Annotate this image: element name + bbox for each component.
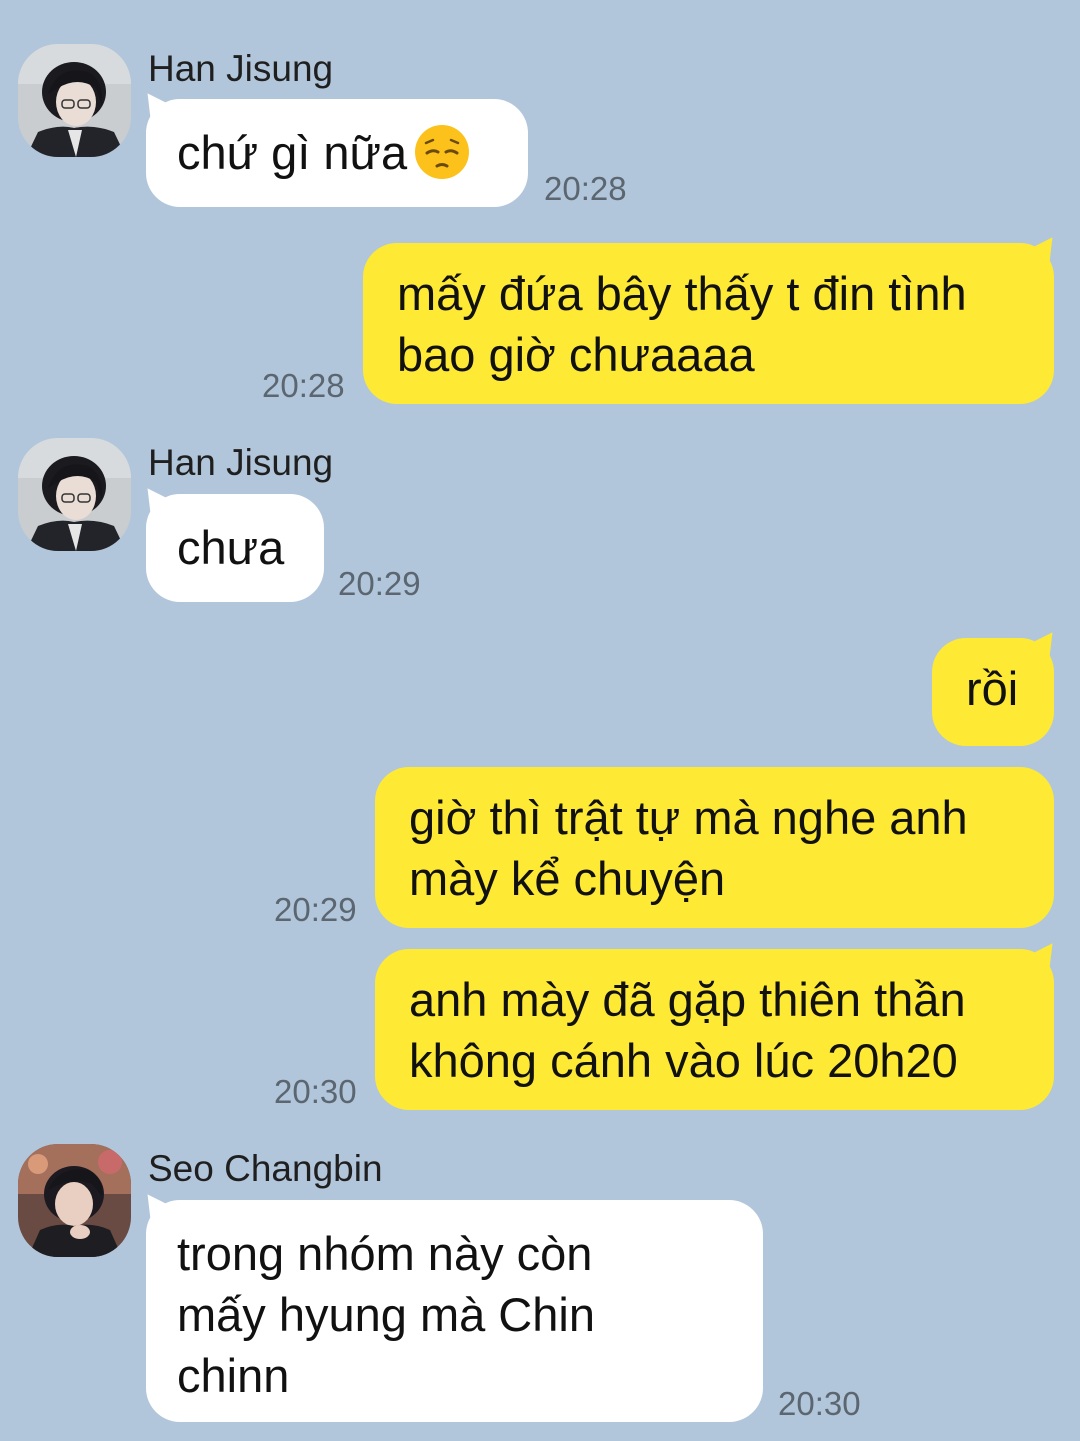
message-timestamp: 20:28: [544, 170, 627, 207]
avatar-seo-changbin-icon: [18, 1144, 131, 1257]
message-line: chinn: [177, 1349, 290, 1402]
message-bubble-incoming[interactable]: chứ gì nữa: [136, 85, 528, 207]
message-line: mấy hyung mà Chin: [177, 1288, 595, 1341]
message-line: trong nhóm này còn: [177, 1227, 593, 1280]
avatar-seo-changbin[interactable]: [18, 1144, 131, 1257]
message-bubble-outgoing[interactable]: mấy đứa bây thấy t đin tình bao giờ chưa…: [363, 229, 1064, 404]
message-line: anh mày đã gặp thiên thần: [409, 973, 966, 1026]
avatar-han-jisung[interactable]: [18, 44, 131, 157]
sender-name: Han Jisung: [148, 48, 334, 89]
message-bubble-outgoing[interactable]: giờ thì trật tự mà nghe anh mày kể chuyệ…: [375, 767, 1054, 928]
avatar-han-jisung[interactable]: [18, 438, 131, 551]
avatar-han-jisung-icon: [18, 438, 131, 551]
message-line: giờ thì trật tự mà nghe anh: [409, 791, 968, 844]
message-bubble-outgoing[interactable]: rồi: [932, 624, 1064, 746]
sender-name: Han Jisung: [148, 442, 334, 483]
message-text: chứ gì nữa: [177, 126, 408, 179]
bubble-tail: [1026, 624, 1064, 662]
message-timestamp: 20:28: [262, 367, 345, 404]
message-line: mày kể chuyện: [409, 852, 726, 905]
bubble-tail: [136, 1186, 174, 1224]
pensive-face-emoji-icon: [415, 125, 470, 179]
message-timestamp: 20:29: [338, 565, 421, 602]
message-line: mấy đứa bây thấy t đin tình: [397, 267, 967, 320]
message-timestamp: 20:30: [274, 1073, 357, 1110]
message-bubble-incoming[interactable]: chưa: [136, 480, 324, 602]
message-text: chưa: [177, 521, 285, 574]
sender-name: Seo Changbin: [148, 1148, 383, 1189]
message-line: bao giờ chưaaaa: [397, 328, 755, 381]
message-text: rồi: [966, 662, 1019, 715]
bubble-tail: [1026, 229, 1064, 267]
bubble-tail: [136, 480, 174, 518]
bubble-tail: [1026, 935, 1064, 973]
message-timestamp: 20:29: [274, 891, 357, 928]
message-timestamp: 20:30: [778, 1385, 861, 1422]
message-bubble-incoming[interactable]: trong nhóm này còn mấy hyung mà Chin chi…: [136, 1186, 763, 1422]
avatar-han-jisung-icon: [18, 44, 131, 157]
bubble-tail: [136, 85, 174, 123]
message-line: không cánh vào lúc 20h20: [409, 1034, 958, 1087]
message-bubble-outgoing[interactable]: anh mày đã gặp thiên thần không cánh vào…: [375, 935, 1064, 1110]
